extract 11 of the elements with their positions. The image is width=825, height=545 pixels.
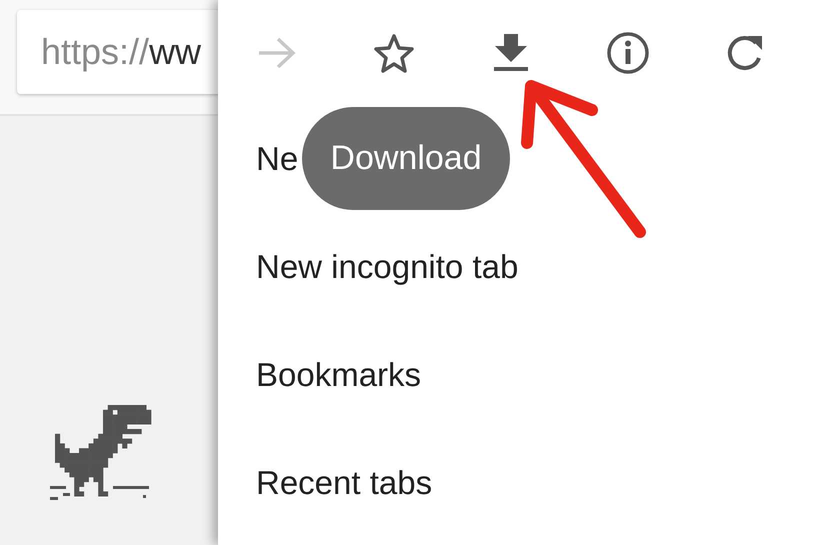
info-icon[interactable] xyxy=(606,30,650,74)
url-scheme: https:// xyxy=(41,31,150,73)
menu-item[interactable]: Ne xyxy=(256,140,298,178)
menu-item[interactable]: Bookmarks xyxy=(256,356,422,394)
menu-item[interactable]: New incognito tab xyxy=(256,248,518,286)
download-icon[interactable] xyxy=(494,34,528,72)
star-icon[interactable] xyxy=(373,32,415,72)
url-host: ww xyxy=(149,31,202,73)
reload-icon[interactable] xyxy=(726,34,764,72)
tooltip: Download xyxy=(302,107,510,210)
menu-item[interactable]: Recent tabs xyxy=(256,464,432,502)
